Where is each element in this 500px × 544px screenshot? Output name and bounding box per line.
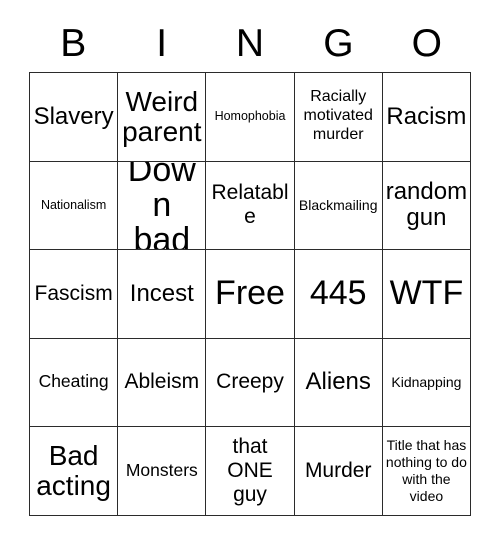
bingo-header-letter-b: B [60,21,87,65]
bingo-cell-label: 445 [309,274,367,313]
bingo-cell-label: Incest [129,279,194,307]
bingo-header-letter-o: O [411,21,442,65]
bingo-cell-label: Down bad [127,161,196,250]
bingo-cell[interactable]: Nationalism [30,161,119,250]
bingo-cell-label: Creepy [216,370,284,394]
bingo-cell-label: Slavery [33,102,114,130]
bingo-cell[interactable]: Down bad [118,161,207,250]
bingo-row: Fascism Incest Free 445 WTF [30,250,472,339]
bingo-cell[interactable]: 445 [294,250,383,339]
bingo-cell-label: Monsters [125,459,198,480]
bingo-grid: Slavery Weird parent Homophobia Racially… [29,72,472,516]
bingo-cell[interactable]: Relatable [206,161,295,250]
bingo-cell-label: Bad acting [36,440,111,501]
bingo-cell-label: Nationalism [40,197,107,212]
bingo-cell-label: that ONE guy [227,434,273,506]
bingo-cell[interactable]: WTF [382,250,472,339]
bingo-cell-label: WTF [389,274,464,313]
bingo-cell[interactable]: Fascism [30,250,119,339]
bingo-cell-free[interactable]: Free [206,250,295,339]
bingo-cell[interactable]: Creepy [206,338,295,427]
bingo-cell-label: Title that has nothing to do with the vi… [385,436,467,504]
bingo-cell-label: Racism [386,102,467,130]
bingo-cell[interactable]: Title that has nothing to do with the vi… [382,427,472,516]
bingo-cell[interactable]: Kidnapping [382,338,472,427]
bingo-cell[interactable]: Racially motivated murder [294,73,383,162]
bingo-cell-label: Murder [304,458,372,482]
bingo-cell-label: Racially motivated murder [303,88,373,144]
bingo-cell[interactable]: Bad acting [30,427,119,516]
bingo-cell-label: Relatable [211,181,289,229]
bingo-cell-label: Aliens [305,368,371,396]
bingo-free-space-label: Free [215,274,285,313]
bingo-cell[interactable]: Homophobia [206,73,295,162]
bingo-cell-label: Ableism [124,370,200,394]
bingo-cell-label: random gun [385,178,468,232]
bingo-cell-label: Homophobia [214,109,286,124]
bingo-cell-label: Cheating [38,371,109,392]
bingo-cell[interactable]: Monsters [118,427,207,516]
bingo-row: Slavery Weird parent Homophobia Racially… [30,73,472,162]
bingo-cell[interactable]: Weird parent [118,73,207,162]
bingo-row: Nationalism Down bad Relatable Blackmail… [30,161,472,250]
bingo-header-letter-n: N [235,21,265,65]
bingo-row: Cheating Ableism Creepy Aliens Kidnappin… [30,338,472,427]
bingo-cell[interactable]: Incest [118,250,207,339]
bingo-cell[interactable]: Murder [294,427,383,516]
bingo-header-letter-i: I [156,21,168,65]
bingo-header-row: B I N G O [29,14,471,72]
bingo-cell[interactable]: Cheating [30,338,119,427]
bingo-cell-label: Kidnapping [391,373,462,390]
bingo-cell[interactable]: Aliens [294,338,383,427]
bingo-cell[interactable]: Slavery [30,73,119,162]
bingo-cell-label: Fascism [34,281,113,305]
bingo-cell[interactable]: Racism [382,73,472,162]
bingo-cell-label: Weird parent [122,86,202,147]
bingo-header-letter-g: G [323,21,354,65]
bingo-row: Bad acting Monsters that ONE guy Murder … [30,427,472,516]
bingo-cell[interactable]: Ableism [118,338,207,427]
bingo-cell[interactable]: random gun [382,161,472,250]
bingo-cell[interactable]: Blackmailing [294,161,383,250]
bingo-card: B I N G O Slavery Weird parent Homophobi… [29,14,472,516]
bingo-cell[interactable]: that ONE guy [206,427,295,516]
bingo-cell-label: Blackmailing [298,196,378,213]
